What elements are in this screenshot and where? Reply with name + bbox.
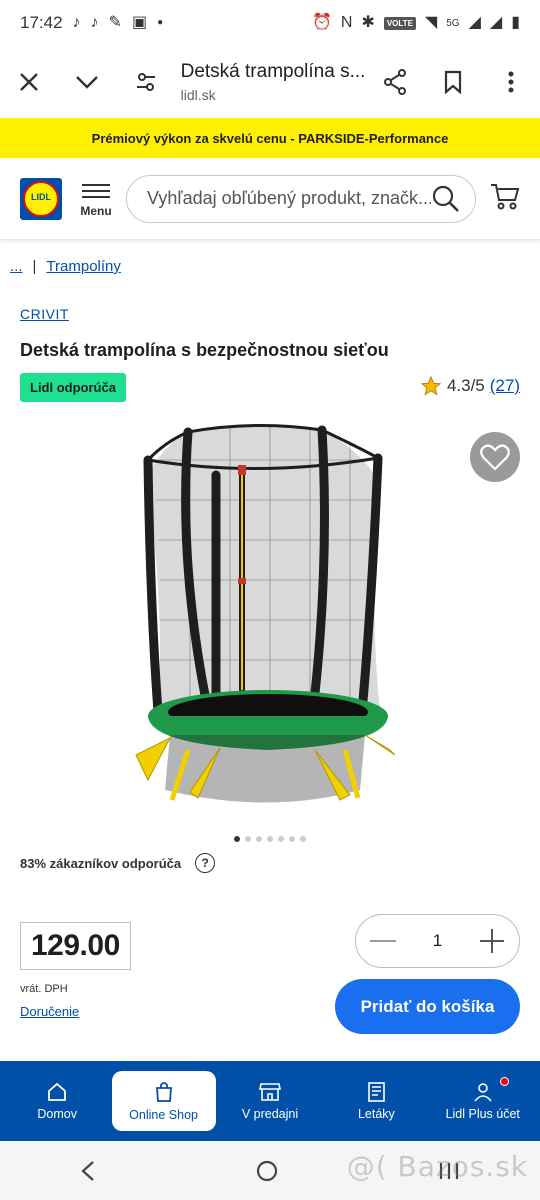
nav-label: V predajni [241,1106,299,1121]
gallery-dot[interactable] [278,836,284,842]
shopping-bag-icon [155,1081,172,1102]
favorite-button[interactable] [470,432,520,482]
breadcrumb-ellipsis[interactable]: ... [10,258,23,275]
watermark: @( Bazos.sk [346,1150,528,1183]
bottom-navigation: Domov Online Shop V predajni Letáky Lidl… [0,1061,540,1141]
volte-icon: VOLTE [383,16,416,30]
bookmark-icon [444,70,461,94]
gallery-dot[interactable] [289,836,295,842]
recommended-badge: Lidl odporúča [20,373,126,402]
nav-label: Online Shop [129,1107,198,1122]
nav-item-domov[interactable]: Domov [5,1071,109,1131]
page-url: lidl.sk [180,87,216,103]
nav-item-lidl-plus-ucet[interactable]: Lidl Plus účet [431,1071,535,1131]
chevron-down-icon [76,76,99,89]
tiktok-icon: ♪ [72,14,81,31]
gallery-dot[interactable] [245,836,251,842]
nav-label: Domov [37,1106,77,1121]
app-notification-icon: ✎ [108,14,122,31]
nav-item-v-predajni[interactable]: V predajni [218,1071,322,1131]
app-notification-icon: ▣ [131,14,148,31]
vat-note: vrát. DPH [20,983,68,995]
site-header: LIDL Menu [0,158,540,240]
tiktok-icon: ♪ [90,14,99,31]
status-time: 17:42 [20,13,63,32]
cart-icon [491,184,520,210]
gallery-dot[interactable] [234,836,240,842]
signal-icon: ◢ [489,14,503,31]
bookmark-button[interactable] [424,52,482,112]
quantity-value[interactable]: 1 [433,931,442,951]
search-input[interactable] [147,188,431,209]
status-bar: 17:42 ♪ ♪ ✎ ▣ ● ⏰ N ✱ VOLTE ◥ 5G ◢ ◢ ▮ [0,0,540,46]
logo-text: LIDL [31,191,51,202]
star-icon [420,375,442,396]
promo-banner[interactable]: Prémiový výkon za skvelú cenu - PARKSIDE… [0,118,540,158]
brand-link[interactable]: CRIVIT [20,306,69,322]
lidl-logo[interactable]: LIDL [20,177,62,220]
rating-count-link[interactable]: (27) [490,376,520,396]
alarm-icon: ⏰ [311,14,332,31]
cart-button[interactable] [490,182,520,215]
product-rating[interactable]: 4.3/5 (27) [420,375,520,397]
recommend-text: 83% zákazníkov odporúča [20,855,182,871]
network-type: 5G [446,17,460,29]
collapse-button[interactable] [58,52,116,112]
gallery-dot[interactable] [267,836,273,842]
gallery-pagination[interactable] [0,836,540,842]
heart-icon [480,444,510,471]
hamburger-icon [82,180,110,202]
close-tab-button[interactable] [0,52,58,112]
close-icon [20,73,38,91]
page-address[interactable]: Detská trampolína s... lidl.sk [175,61,366,103]
product-title: Detská trampolína s bezpečnostnou sieťou [20,340,389,360]
nav-label: Lidl Plus účet [445,1106,520,1121]
add-to-cart-button[interactable]: Pridať do košíka [335,979,520,1034]
product-price: 129.00 [20,922,131,970]
breadcrumb-trampoliny[interactable]: Trampolíny [46,258,120,275]
account-icon [474,1082,492,1102]
battery-icon: ▮ [511,14,520,31]
share-button[interactable] [365,52,423,112]
home-button-icon[interactable] [256,1160,278,1182]
menu-button[interactable]: Menu [78,180,114,218]
more-options-button[interactable] [482,52,540,112]
nav-item-online-shop[interactable]: Online Shop [111,1071,216,1131]
trampoline-image [135,423,396,803]
gallery-dot[interactable] [300,836,306,842]
home-icon [48,1082,67,1101]
nav-label: Letáky [357,1106,395,1121]
nfc-icon: N [340,14,353,31]
breadcrumb-separator: | [32,258,37,275]
plus-icon[interactable] [479,928,505,954]
help-icon[interactable]: ? [195,853,216,873]
signal-icon: ◢ [468,14,481,31]
more-notifications-icon: ● [157,17,164,28]
breadcrumb: ... | Trampolíny [10,258,121,275]
search-box[interactable] [126,174,476,223]
gallery-dot[interactable] [256,836,262,842]
quantity-stepper: 1 [355,914,520,968]
site-settings-button[interactable] [116,52,174,112]
store-icon [258,1082,281,1101]
menu-label: Menu [80,203,112,218]
back-icon[interactable] [80,1160,96,1182]
browser-toolbar: Detská trampolína s... lidl.sk [0,46,540,118]
wifi-icon: ◥ [424,14,438,31]
nav-item-letaky[interactable]: Letáky [324,1071,428,1131]
leaflet-icon [368,1081,386,1102]
bluetooth-icon: ✱ [361,14,375,31]
share-icon [383,69,406,95]
minus-icon[interactable] [370,940,396,942]
customer-recommendation: 83% zákazníkov odporúča ? [20,853,216,873]
product-gallery[interactable] [0,420,540,830]
rating-value: 4.3/5 [446,376,485,395]
page-title: Detská trampolína s... [180,61,366,82]
more-vert-icon [508,71,514,93]
delivery-link[interactable]: Doručenie [20,1004,79,1019]
notification-dot [499,1077,509,1086]
search-icon[interactable] [431,184,461,214]
tune-icon [136,73,155,91]
